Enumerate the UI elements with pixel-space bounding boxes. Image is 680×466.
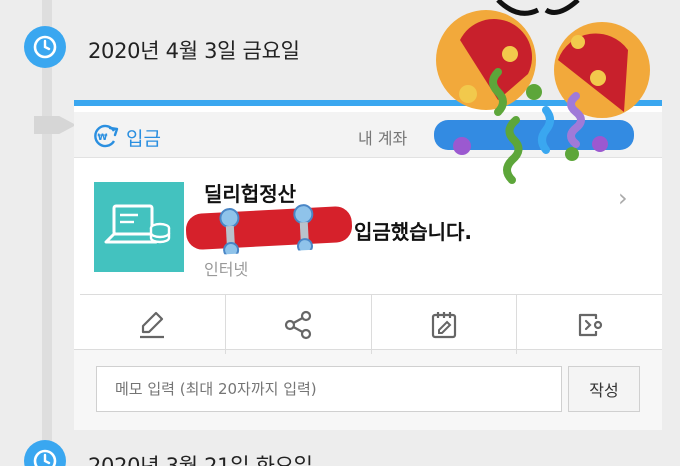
party-popper-sticker xyxy=(436,0,650,184)
card-pointer xyxy=(34,116,76,134)
svg-text:₩: ₩ xyxy=(98,133,108,143)
action-bar xyxy=(80,294,662,354)
transaction-channel: 인터넷 xyxy=(204,260,249,279)
share-button[interactable] xyxy=(226,295,372,354)
memo-input[interactable] xyxy=(96,366,562,412)
laptop-money-icon xyxy=(94,182,184,272)
deposit-type-label: 입금 xyxy=(126,128,161,150)
memo-submit-button[interactable]: 작성 xyxy=(568,366,640,412)
calendar-note-button[interactable] xyxy=(372,295,518,354)
notepad-icon xyxy=(431,311,456,338)
edit-memo-button[interactable] xyxy=(80,295,226,354)
transaction-description: 입금했습니다. xyxy=(354,220,472,244)
pen-icon xyxy=(140,311,165,338)
clock-icon xyxy=(24,440,66,466)
account-label: 내 계좌 xyxy=(358,129,408,148)
export-icon xyxy=(578,313,602,336)
timeline-date-next: 2020년 3월 21일 화요일 xyxy=(88,454,313,466)
amount-redaction xyxy=(185,204,353,257)
won-refresh-icon: ₩ xyxy=(94,124,119,148)
export-button[interactable] xyxy=(517,295,662,354)
timeline-date: 2020년 4월 3일 금요일 xyxy=(88,39,300,63)
share-icon xyxy=(285,310,312,339)
timeline-line xyxy=(42,0,52,466)
clock-icon xyxy=(24,26,66,68)
